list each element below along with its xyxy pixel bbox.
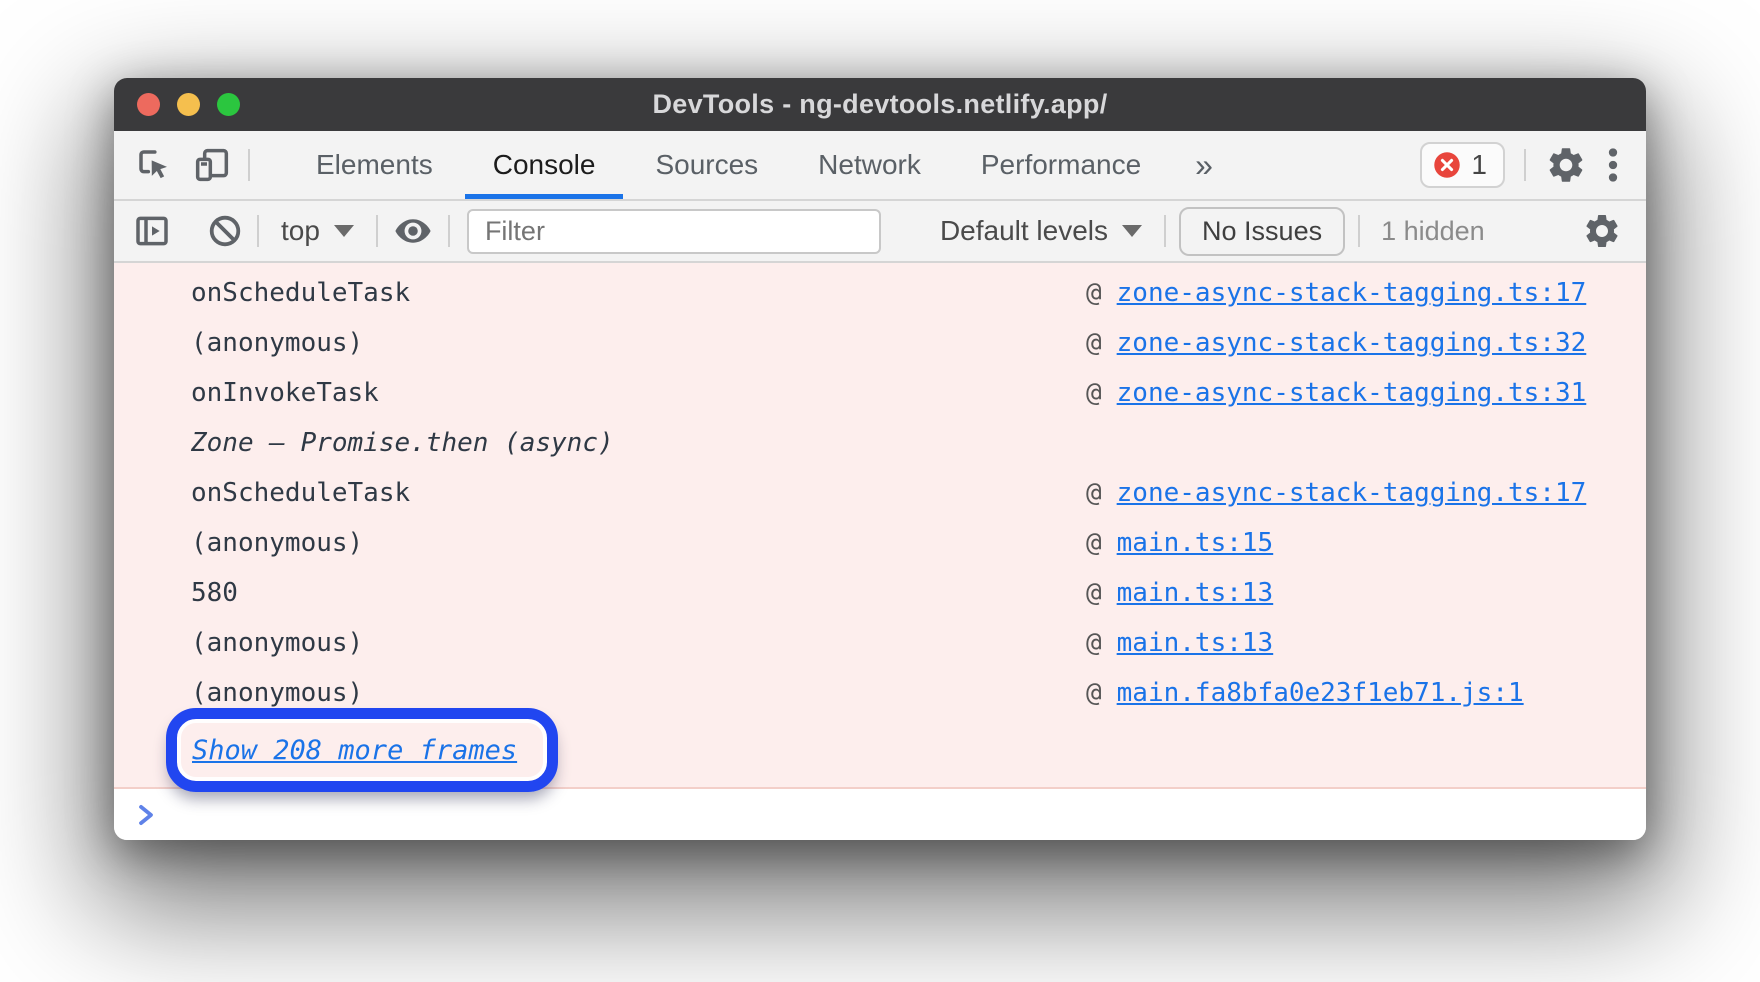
kebab-menu-icon[interactable] (1606, 145, 1620, 185)
devtools-tabbar: Elements Console Sources Network Perform… (114, 131, 1646, 201)
chevron-down-icon (334, 225, 354, 237)
divider (1358, 215, 1360, 247)
stack-frame-function: (anonymous) (191, 328, 363, 358)
divider (257, 215, 259, 247)
tab-sources[interactable]: Sources (625, 131, 788, 199)
stack-frame-link[interactable]: main.ts:15 (1117, 528, 1274, 558)
tab-elements[interactable]: Elements (286, 131, 463, 199)
stack-trace: onScheduleTask @ zone-async-stack-tagging… (114, 263, 1646, 718)
settings-gear-icon[interactable] (1545, 144, 1587, 186)
stack-frame-row: (anonymous) @ main.ts:15 (114, 518, 1646, 568)
at-symbol: @ (1086, 678, 1102, 708)
no-issues-button[interactable]: No Issues (1179, 207, 1345, 256)
divider (376, 215, 378, 247)
minimize-button[interactable] (177, 93, 200, 116)
traffic-lights (137, 78, 240, 131)
live-expression-eye-icon[interactable] (391, 209, 435, 253)
more-tabs-button[interactable]: » (1171, 131, 1237, 199)
divider (1524, 149, 1526, 181)
stack-frame-link[interactable]: main.fa8bfa0e23f1eb71.js:1 (1117, 678, 1524, 708)
async-boundary-row: Zone — Promise.then (async) (114, 418, 1646, 468)
devtools-window: DevTools - ng-devtools.netlify.app/ Elem… (114, 78, 1646, 840)
console-toolbar: top Default levels No Issues 1 hidden (114, 201, 1646, 263)
stack-frame-function: (anonymous) (191, 678, 363, 708)
device-toolbar-icon[interactable] (192, 145, 232, 185)
error-count-badge[interactable]: 1 (1420, 142, 1505, 188)
panel-tabs: Elements Console Sources Network Perform… (286, 131, 1237, 199)
log-levels-label: Default levels (940, 215, 1108, 247)
at-symbol: @ (1086, 378, 1102, 408)
stack-frame-function: onScheduleTask (191, 478, 410, 508)
stack-frame-link[interactable]: main.ts:13 (1117, 578, 1274, 608)
zoom-button[interactable] (217, 93, 240, 116)
stack-frame-row: onScheduleTask @ zone-async-stack-tagging… (114, 468, 1646, 518)
at-symbol: @ (1086, 528, 1102, 558)
titlebar: DevTools - ng-devtools.netlify.app/ (114, 78, 1646, 131)
tab-network[interactable]: Network (788, 131, 951, 199)
annotation-highlight-ring: Show 208 more frames (166, 708, 558, 792)
async-boundary-label: Zone — Promise.then (async) (191, 428, 614, 458)
stack-frame-link[interactable]: zone-async-stack-tagging.ts:17 (1117, 478, 1587, 508)
close-button[interactable] (137, 93, 160, 116)
show-more-frames-link[interactable]: Show 208 more frames (192, 735, 517, 766)
divider (248, 149, 250, 181)
at-symbol: @ (1086, 328, 1102, 358)
tab-label: Network (818, 149, 921, 181)
stack-frame-link[interactable]: zone-async-stack-tagging.ts:31 (1117, 378, 1587, 408)
at-symbol: @ (1086, 278, 1102, 308)
at-symbol: @ (1086, 478, 1102, 508)
tab-console[interactable]: Console (463, 131, 626, 199)
at-symbol: @ (1086, 578, 1102, 608)
tab-performance[interactable]: Performance (951, 131, 1171, 199)
error-count: 1 (1471, 149, 1487, 181)
stack-frame-function: 580 (191, 578, 238, 608)
stack-frame-function: (anonymous) (191, 528, 363, 558)
stack-frame-function: (anonymous) (191, 628, 363, 658)
console-messages-area: onScheduleTask @ zone-async-stack-tagging… (114, 263, 1646, 789)
inspect-element-icon[interactable] (134, 145, 174, 185)
log-levels-dropdown[interactable]: Default levels (931, 215, 1151, 247)
chevron-down-icon (1122, 225, 1142, 237)
prompt-chevron-icon (131, 800, 161, 830)
console-settings-gear-icon[interactable] (1582, 211, 1622, 251)
divider (448, 215, 450, 247)
tab-label: Sources (655, 149, 758, 181)
stack-frame-row: (anonymous) @ main.ts:13 (114, 618, 1646, 668)
console-sidebar-toggle-icon[interactable] (132, 211, 172, 251)
console-prompt[interactable] (114, 789, 1646, 840)
stack-frame-link[interactable]: main.ts:13 (1117, 628, 1274, 658)
tab-label: Console (493, 149, 596, 181)
stack-frame-row: onScheduleTask @ zone-async-stack-tagging… (114, 268, 1646, 318)
hidden-messages-label: 1 hidden (1381, 216, 1485, 247)
clear-console-icon[interactable] (206, 212, 244, 250)
window-title: DevTools - ng-devtools.netlify.app/ (652, 89, 1107, 120)
stack-frame-row: (anonymous) @ zone-async-stack-tagging.ts… (114, 318, 1646, 368)
filter-input[interactable] (467, 209, 881, 254)
tab-label: Elements (316, 149, 433, 181)
tabbar-right-controls: 1 (1420, 142, 1620, 188)
stack-frame-link[interactable]: zone-async-stack-tagging.ts:17 (1117, 278, 1587, 308)
stack-frame-row: onInvokeTask @ zone-async-stack-tagging.t… (114, 368, 1646, 418)
divider (1164, 215, 1166, 247)
stack-frame-function: onInvokeTask (191, 378, 379, 408)
context-selector-label: top (281, 215, 320, 247)
stack-frame-link[interactable]: zone-async-stack-tagging.ts:32 (1117, 328, 1587, 358)
stack-frame-function: onScheduleTask (191, 278, 410, 308)
at-symbol: @ (1086, 628, 1102, 658)
error-icon (1433, 151, 1461, 179)
tab-label: Performance (981, 149, 1141, 181)
stack-frame-row: 580 @ main.ts:13 (114, 568, 1646, 618)
context-selector[interactable]: top (272, 215, 363, 247)
